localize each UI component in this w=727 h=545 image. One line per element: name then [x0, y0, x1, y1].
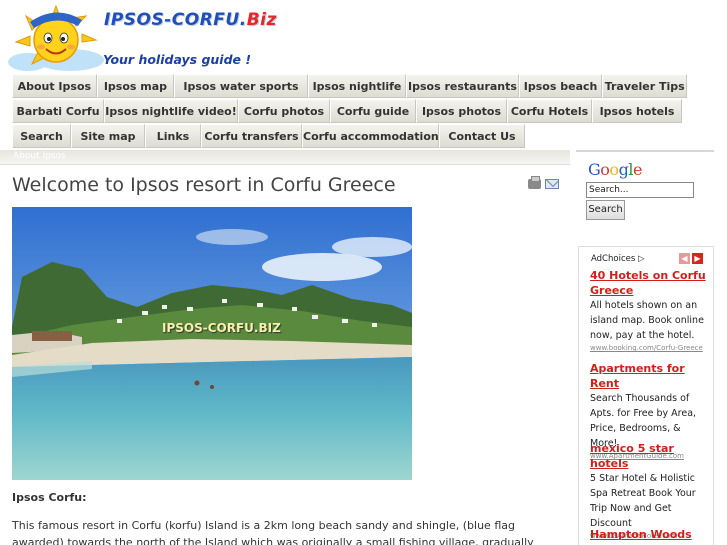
site-tagline: Your holidays guide !: [103, 52, 252, 67]
logo-title-accent: Biz: [246, 10, 277, 30]
ad-body: All hotels shown on an island map. Book …: [590, 300, 704, 341]
nav-item-ipsos-nightlife-video[interactable]: Ipsos nightlife video!: [104, 99, 238, 123]
nav-item-about-ipsos[interactable]: About Ipsos: [12, 74, 97, 98]
google-search-box: Google Search: [578, 156, 714, 232]
nav-item-ipsos-restaurants[interactable]: Ipsos restaurants: [406, 74, 519, 98]
nav-item-corfu-guide[interactable]: Corfu guide: [330, 99, 416, 123]
sun-logo-icon[interactable]: [8, 2, 104, 72]
search-input[interactable]: [586, 182, 694, 198]
main-navigation: About Ipsos Ipsos map Ipsos water sports…: [12, 74, 687, 149]
print-icon[interactable]: [528, 176, 541, 189]
ad-next-icon[interactable]: ▶: [692, 253, 703, 264]
nav-row-3: Search Site map Links Corfu transfers Co…: [12, 124, 687, 148]
nav-item-ipsos-hotels[interactable]: Ipsos hotels: [592, 99, 682, 123]
google-logo: Google: [588, 160, 642, 179]
nav-item-ipsos-nightlife[interactable]: Ipsos nightlife: [307, 74, 407, 98]
nav-item-search[interactable]: Search: [12, 124, 71, 148]
nav-item-corfu-photos[interactable]: Corfu photos: [238, 99, 330, 123]
ad-choices-label[interactable]: AdChoices ▷: [591, 254, 645, 264]
ad-title[interactable]: 40 Hotels on Corfu Greece: [590, 268, 708, 298]
ad-title[interactable]: mexico 5 star hotels: [590, 441, 708, 471]
logo-title-main: IPSOS-CORFU.: [104, 10, 247, 30]
nav-item-corfu-hotels[interactable]: Corfu Hotels: [507, 99, 592, 123]
nav-item-site-map[interactable]: Site map: [71, 124, 145, 148]
nav-item-corfu-accommodation[interactable]: Corfu accommodation: [302, 124, 439, 148]
ipsos-beach-photo: IPSOS-CORFU.BIZ: [12, 207, 412, 480]
nav-item-barbati-corfu[interactable]: Barbati Corfu: [12, 99, 104, 123]
search-button[interactable]: Search: [586, 200, 625, 220]
ad-item[interactable]: Hampton Woods: [590, 527, 708, 542]
breadcrumb-bar: About Ipsos: [0, 150, 570, 165]
ad-title[interactable]: Apartments for Rent: [590, 361, 708, 391]
nav-item-corfu-transfers[interactable]: Corfu transfers: [201, 124, 302, 148]
page: IPSOS-CORFU.Biz Your holidays guide ! Ab…: [0, 0, 727, 545]
content-paragraph: This famous resort in Corfu (korfu) Isla…: [12, 519, 534, 545]
content-heading: Ipsos Corfu:: [12, 491, 87, 504]
site-logo-title[interactable]: IPSOS-CORFU.Biz: [104, 10, 277, 30]
nav-item-links[interactable]: Links: [145, 124, 201, 148]
ad-url[interactable]: www.booking.com/Corfu-Greece: [590, 343, 708, 354]
ad-prev-icon[interactable]: ◀: [679, 253, 690, 264]
nav-item-ipsos-map[interactable]: Ipsos map: [96, 74, 175, 98]
nav-item-ipsos-photos[interactable]: Ipsos photos: [416, 99, 507, 123]
ad-choices-text: AdChoices: [591, 254, 636, 264]
breadcrumb[interactable]: About Ipsos: [13, 151, 66, 161]
ad-title[interactable]: Hampton Woods: [590, 527, 708, 542]
nav-row-1: About Ipsos Ipsos map Ipsos water sports…: [12, 74, 687, 98]
email-icon[interactable]: [545, 179, 559, 189]
ads-panel: AdChoices ▷ ◀ ▶ 40 Hotels on Corfu Greec…: [578, 246, 714, 545]
photo-watermark: IPSOS-CORFU.BIZ: [162, 321, 281, 335]
site-header: IPSOS-CORFU.Biz Your holidays guide !: [0, 0, 727, 72]
ad-navigation: ◀ ▶: [679, 253, 703, 264]
nav-item-ipsos-water-sports[interactable]: Ipsos water sports: [174, 74, 308, 98]
nav-row-2: Barbati Corfu Ipsos nightlife video! Cor…: [12, 99, 687, 123]
ad-choices-icon: ▷: [637, 254, 645, 264]
nav-item-ipsos-beach[interactable]: Ipsos beach: [518, 74, 603, 98]
page-title: Welcome to Ipsos resort in Corfu Greece: [12, 174, 396, 196]
ad-item[interactable]: 40 Hotels on Corfu Greece All hotels sho…: [590, 268, 708, 354]
nav-item-traveler-tips[interactable]: Traveler Tips: [602, 74, 687, 98]
nav-item-contact-us[interactable]: Contact Us: [439, 124, 525, 148]
article-tools: [528, 176, 559, 189]
ad-body: 5 Star Hotel & Holistic Spa Retreat Book…: [590, 473, 696, 529]
